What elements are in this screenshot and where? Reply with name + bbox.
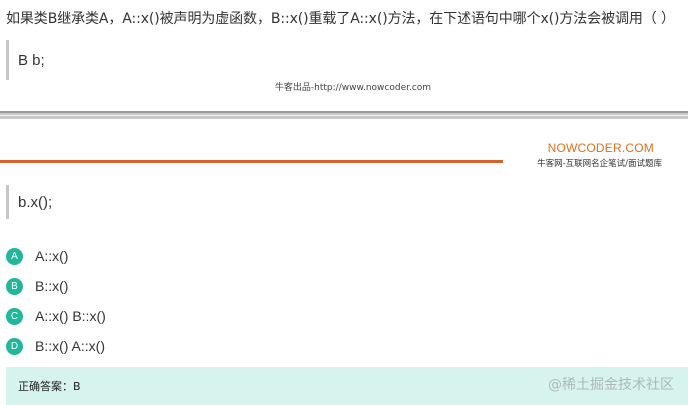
option-letter-badge: C bbox=[6, 307, 23, 325]
brand-tagline: 牛客网-互联网名企笔试/面试题库 bbox=[537, 159, 662, 169]
code-snippet-call: b.x(); bbox=[6, 185, 52, 219]
option-text: A::x() B::x() bbox=[35, 308, 106, 324]
option-text: A::x() bbox=[35, 248, 69, 264]
option-a[interactable]: A A::x() bbox=[6, 241, 106, 271]
option-d[interactable]: D B::x() A::x() bbox=[6, 331, 106, 361]
option-letter-badge: A bbox=[6, 247, 23, 265]
option-b[interactable]: B B::x() bbox=[6, 271, 106, 301]
option-text: B::x() A::x() bbox=[35, 338, 105, 354]
option-letter-badge: B bbox=[6, 277, 23, 295]
code-text: b.x(); bbox=[18, 193, 53, 211]
option-text: B::x() bbox=[35, 278, 69, 294]
correct-answer-label: 正确答案：B bbox=[18, 380, 81, 393]
option-letter-badge: D bbox=[6, 337, 23, 355]
brand-rule bbox=[0, 160, 503, 163]
page-separator-highlight bbox=[0, 115, 688, 116]
brand-logo: NOWCODER.COM bbox=[547, 141, 654, 155]
code-text: B b; bbox=[18, 51, 45, 69]
watermark: @稀土掘金技术社区 bbox=[548, 377, 674, 393]
question-text: 如果类B继承类A，A::x()被声明为虚函数，B::x()重载了A::x()方法… bbox=[6, 11, 675, 27]
option-list: A A::x() B B::x() C A::x() B::x() D B::x… bbox=[6, 241, 106, 361]
code-snippet-declaration: B b; bbox=[6, 40, 45, 80]
source-credit: 牛客出品-http://www.nowcoder.com bbox=[274, 83, 432, 93]
option-c[interactable]: C A::x() B::x() bbox=[6, 301, 106, 331]
